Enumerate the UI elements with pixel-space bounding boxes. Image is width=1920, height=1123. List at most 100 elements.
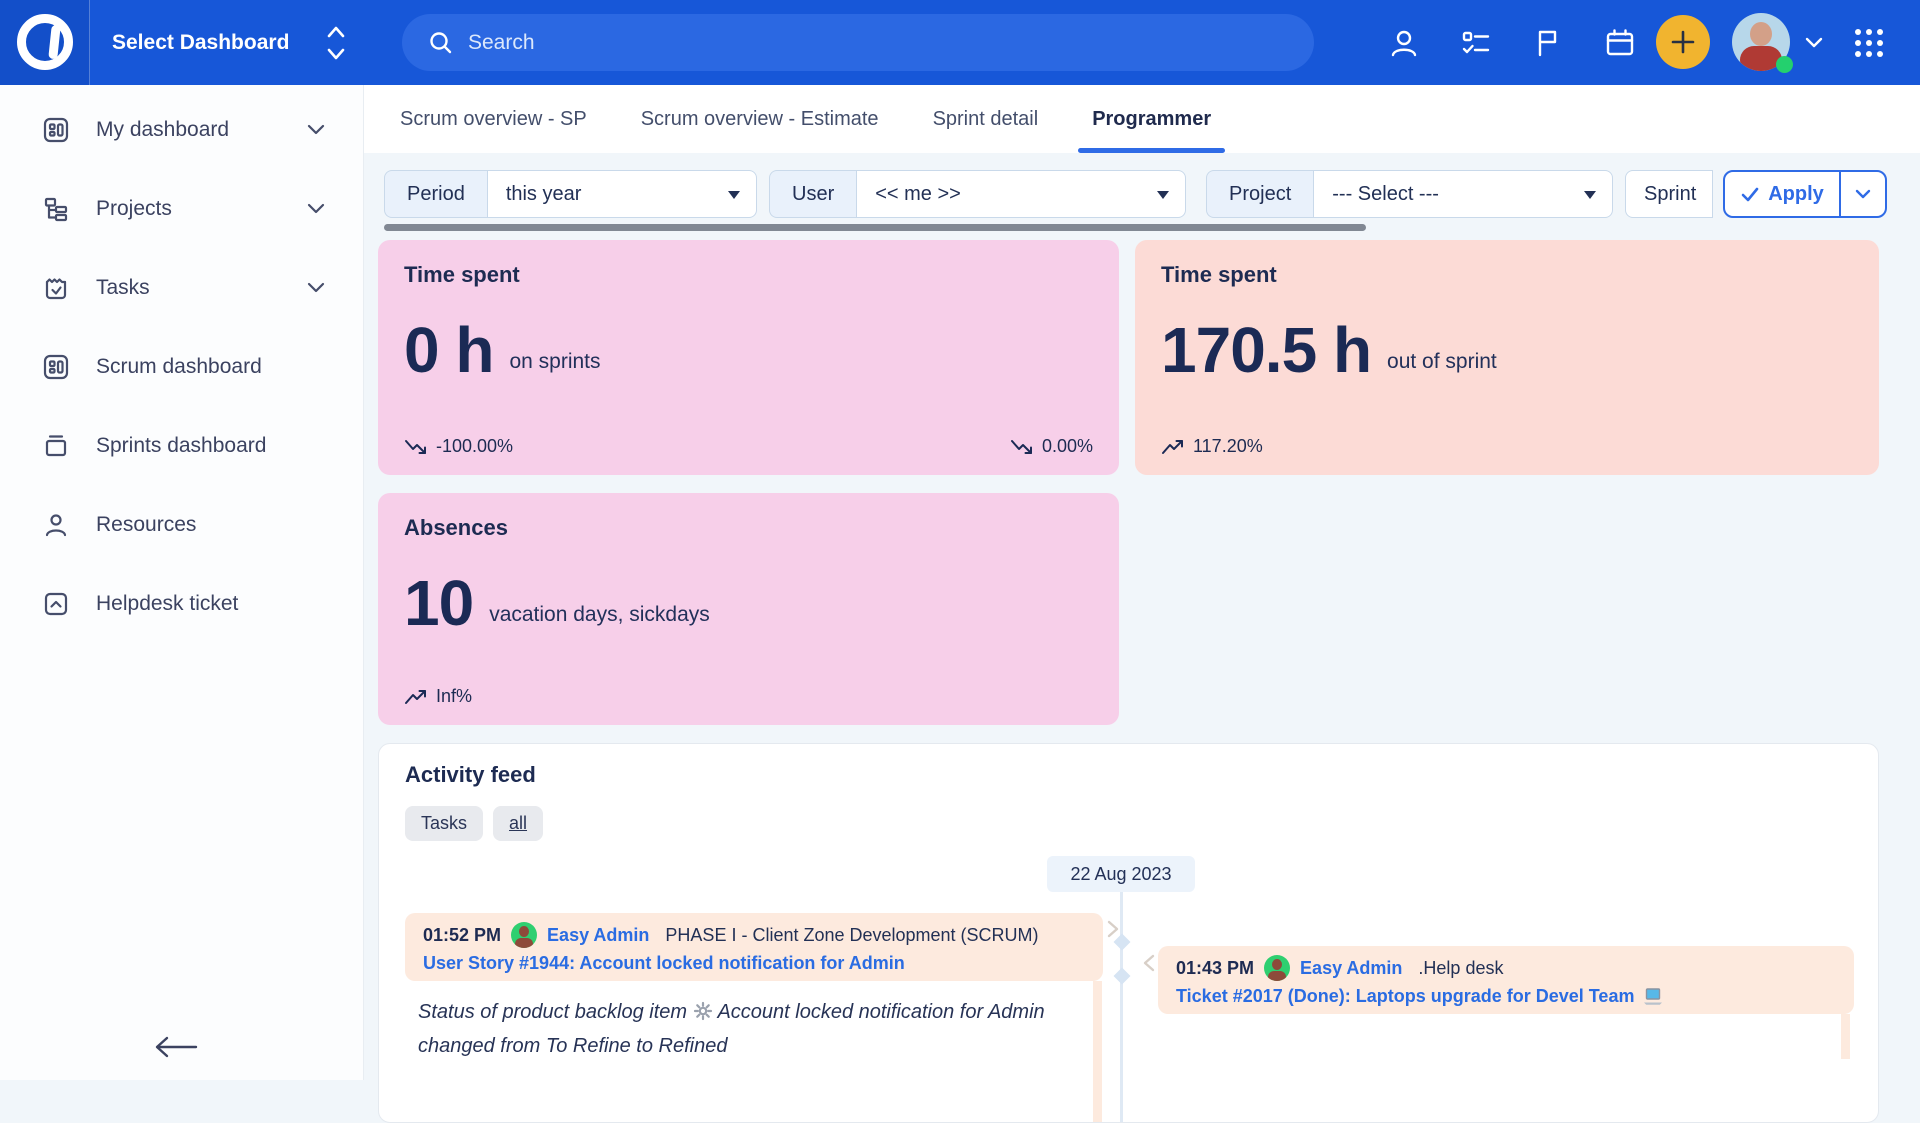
date-badge: 22 Aug 2023 <box>1047 856 1195 892</box>
sidebar-item-tasks[interactable]: Tasks <box>0 255 363 320</box>
dashboard-selector[interactable]: Select Dashboard <box>112 0 289 85</box>
laptop-icon <box>1642 987 1664 1006</box>
app-logo[interactable] <box>0 0 90 85</box>
entry-time: 01:43 PM <box>1176 958 1254 979</box>
chevron-down-icon[interactable] <box>307 124 325 136</box>
time-spent-out-of-sprint-card: Time spent 170.5 h out of sprint 117.20% <box>1135 240 1879 475</box>
caret-down-icon <box>1157 191 1169 199</box>
trend-indicator: Inf% <box>404 686 472 707</box>
card-title: Absences <box>404 515 1093 541</box>
project-filter-select[interactable]: --- Select --- <box>1313 170 1613 218</box>
trend-indicator: -100.00% <box>404 436 513 457</box>
activity-feed-card: Activity feed Tasks all 22 Aug 2023 01:5… <box>378 743 1879 1123</box>
activity-feed-title: Activity feed <box>405 762 536 788</box>
sidebar-item-projects[interactable]: Projects <box>0 176 363 241</box>
entry-avatar <box>1264 955 1290 981</box>
tab-scrum-overview-sp[interactable]: Scrum overview - SP <box>396 85 591 153</box>
user-filter: User << me >> <box>769 170 1186 218</box>
checklist-icon[interactable] <box>1460 27 1492 59</box>
sidebar-item-scrum-dashboard[interactable]: Scrum dashboard <box>0 334 363 399</box>
period-filter: Period this year <box>384 170 757 218</box>
tasks-icon <box>42 274 70 302</box>
dashboard-icon <box>42 353 70 381</box>
sidebar-item-helpdesk-ticket[interactable]: Helpdesk ticket <box>0 571 363 636</box>
entry-pointer-right-icon <box>1107 920 1119 938</box>
search-bar[interactable] <box>402 14 1314 71</box>
calendar-icon[interactable] <box>1604 27 1636 59</box>
sidebar-item-sprints-dashboard[interactable]: Sprints dashboard <box>0 413 363 478</box>
check-icon <box>1740 185 1760 203</box>
tab-scrum-overview-estimate[interactable]: Scrum overview - Estimate <box>637 85 883 153</box>
chip-all[interactable]: all <box>493 806 543 841</box>
dashboard-sort-icon[interactable] <box>326 24 346 62</box>
project-filter-label: Project <box>1206 170 1313 218</box>
plus-icon <box>1669 28 1697 56</box>
entry-body <box>1162 1014 1850 1059</box>
sidebar: My dashboard Projects Tasks Scrum dashbo… <box>0 85 364 1080</box>
period-filter-value: this year <box>506 183 582 206</box>
chevron-down-icon[interactable] <box>307 282 325 294</box>
user-filter-value: << me >> <box>875 183 961 206</box>
card-title: Time spent <box>1161 262 1853 288</box>
user-filter-select[interactable]: << me >> <box>856 170 1186 218</box>
logo-ring-icon <box>17 14 73 70</box>
sidebar-item-resources[interactable]: Resources <box>0 492 363 557</box>
search-icon <box>428 30 454 56</box>
tab-sprint-detail[interactable]: Sprint detail <box>929 85 1043 153</box>
time-spent-sprints-card: Time spent 0 h on sprints -100.00% 0.00% <box>378 240 1119 475</box>
person-icon <box>42 511 70 539</box>
project-filter: Project --- Select --- <box>1206 170 1613 218</box>
caret-down-icon <box>1584 191 1596 199</box>
card-value: 0 h <box>404 318 493 382</box>
user-icon[interactable] <box>1388 27 1420 59</box>
filters-horizontal-scrollbar[interactable] <box>384 224 1366 231</box>
sprint-filter-label: Sprint <box>1625 170 1713 218</box>
tab-programmer[interactable]: Programmer <box>1088 85 1215 153</box>
search-input[interactable] <box>468 31 1168 55</box>
timeline-line <box>1120 890 1123 1122</box>
entry-time: 01:52 PM <box>423 925 501 946</box>
entry-context: PHASE I - Client Zone Development (SCRUM… <box>665 925 1038 946</box>
trend-up-icon <box>1161 437 1187 457</box>
project-filter-value: --- Select --- <box>1332 183 1439 206</box>
apps-grid-icon[interactable] <box>1852 26 1886 60</box>
add-button[interactable] <box>1656 15 1710 69</box>
period-filter-select[interactable]: this year <box>487 170 757 218</box>
trend-down-icon <box>404 437 430 457</box>
entry-context: .Help desk <box>1418 958 1503 979</box>
dashboard-icon <box>42 116 70 144</box>
apply-button[interactable]: Apply <box>1723 170 1887 218</box>
card-caption: vacation days, sickdays <box>489 603 710 635</box>
avatar-chevron-down-icon[interactable] <box>1804 36 1824 50</box>
chip-tasks[interactable]: Tasks <box>405 806 483 841</box>
gear-icon <box>693 1001 713 1021</box>
sidebar-item-label: Sprints dashboard <box>96 434 266 458</box>
entry-user-link[interactable]: Easy Admin <box>547 925 649 946</box>
sidebar-item-label: Tasks <box>96 276 150 300</box>
collapse-sidebar-icon[interactable] <box>150 1034 200 1060</box>
dashboard-selector-label: Select Dashboard <box>112 31 289 55</box>
entry-issue-link[interactable]: User Story #1944: Account locked notific… <box>423 953 1085 974</box>
trend-indicator: 0.00% <box>1010 436 1093 457</box>
activity-entry[interactable]: 01:43 PM Easy Admin .Help desk Ticket #2… <box>1158 946 1854 1014</box>
online-status-dot <box>1776 56 1793 73</box>
entry-user-link[interactable]: Easy Admin <box>1300 958 1402 979</box>
period-filter-label: Period <box>384 170 487 218</box>
sidebar-item-label: My dashboard <box>96 118 229 142</box>
flag-icon[interactable] <box>1532 27 1564 59</box>
entry-avatar <box>511 922 537 948</box>
helpdesk-icon <box>42 590 70 618</box>
card-value: 170.5 h <box>1161 318 1371 382</box>
card-caption: out of sprint <box>1387 350 1497 382</box>
chevron-down-icon[interactable] <box>307 203 325 215</box>
entry-issue-link[interactable]: Ticket #2017 (Done): Laptops upgrade for… <box>1176 986 1836 1007</box>
sidebar-item-my-dashboard[interactable]: My dashboard <box>0 97 363 162</box>
dashboard-tabs: Scrum overview - SP Scrum overview - Est… <box>364 85 1920 153</box>
card-caption: on sprints <box>509 350 600 382</box>
caret-down-icon <box>728 191 740 199</box>
activity-entry[interactable]: 01:52 PM Easy Admin PHASE I - Client Zon… <box>405 913 1103 981</box>
apply-options-button[interactable] <box>1839 172 1885 216</box>
card-value: 10 <box>404 571 473 635</box>
trend-up-icon <box>404 687 430 707</box>
chevron-down-icon <box>1855 189 1871 200</box>
